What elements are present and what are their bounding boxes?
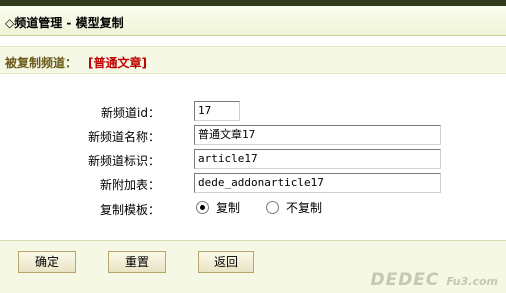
copy-template-radio-group: 复制 不复制 [196, 199, 348, 216]
ok-button[interactable]: 确定 [18, 251, 76, 273]
new-id-label: 新频道id： [101, 106, 160, 120]
source-channel-label: 被复制频道： [5, 56, 78, 70]
new-table-label: 新附加表： [99, 178, 160, 192]
footer-bar: 确定 重置 返回 DEDEC Fu3.com [0, 240, 506, 293]
page-title: ◇频道管理 - 模型复制 [5, 16, 124, 30]
title-bar: ◇频道管理 - 模型复制 [0, 6, 506, 36]
new-table-input[interactable]: dede_addonarticle17 [194, 173, 441, 193]
source-channel-name: [普通文章] [88, 56, 147, 70]
copy-radio[interactable] [196, 201, 209, 214]
new-tag-label: 新频道标识： [87, 154, 160, 168]
reset-button[interactable]: 重置 [108, 251, 166, 273]
source-channel-bar: 被复制频道： [普通文章] [0, 46, 506, 74]
logo-text: DEDEC [370, 270, 440, 290]
logo-sub-text: Fu3.com [446, 275, 498, 288]
dedecms-logo: DEDEC Fu3.com [370, 270, 498, 290]
copy-template-label: 复制模板： [99, 203, 160, 217]
model-copy-page: ◇频道管理 - 模型复制 被复制频道： [普通文章] 新频道id： 17 新频道… [0, 0, 506, 293]
form-row-new-tag: 新频道标识： article17 [0, 149, 506, 171]
no-copy-radio-label[interactable]: 不复制 [286, 199, 322, 216]
new-name-label: 新频道名称： [87, 130, 160, 144]
copy-radio-label[interactable]: 复制 [216, 199, 240, 216]
form-row-new-id: 新频道id： 17 [0, 101, 506, 123]
new-tag-input[interactable]: article17 [194, 149, 441, 169]
form-row-copy-template: 复制模板： 复制 不复制 [0, 198, 506, 220]
back-button[interactable]: 返回 [198, 251, 254, 273]
new-name-input[interactable]: 普通文章17 [194, 125, 441, 145]
new-id-input[interactable]: 17 [194, 101, 240, 121]
no-copy-radio[interactable] [266, 201, 280, 214]
form-row-new-name: 新频道名称： 普通文章17 [0, 125, 506, 147]
form-row-new-table: 新附加表： dede_addonarticle17 [0, 173, 506, 195]
